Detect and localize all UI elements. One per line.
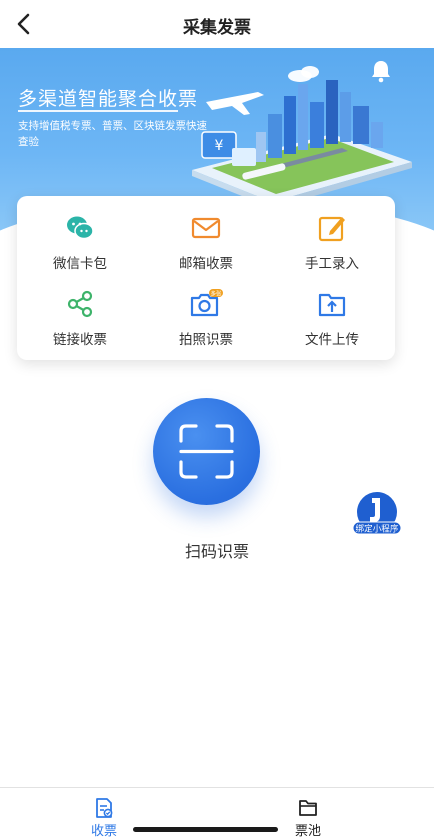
home-indicator — [133, 827, 278, 832]
folder-icon — [299, 800, 317, 816]
method-label: 微信卡包 — [53, 256, 107, 272]
method-file-upload[interactable]: 文件上传 — [269, 277, 395, 349]
bind-mini-program-button[interactable]: 绑定小程序 — [352, 490, 402, 538]
scan-label: 扫码识票 — [184, 542, 249, 561]
method-manual-entry[interactable]: 手工录入 — [269, 201, 395, 273]
method-label: 链接收票 — [53, 332, 107, 348]
tab-label: 收票 — [90, 824, 117, 839]
bell-icon[interactable] — [368, 58, 394, 84]
scan-qr-button[interactable] — [153, 398, 260, 505]
method-link[interactable]: 链接收票 — [17, 277, 143, 349]
scan-icon — [179, 424, 234, 479]
folder-upload-icon — [318, 293, 346, 317]
camera-icon: 多张 — [190, 289, 223, 317]
page-title: 采集发票 — [183, 18, 251, 38]
method-wechat-wallet[interactable]: 微信卡包 — [17, 201, 143, 273]
method-label: 拍照识票 — [179, 332, 233, 348]
receipt-icon — [96, 798, 113, 818]
city-illustration: ¥ — [192, 66, 412, 208]
mail-icon — [191, 217, 221, 239]
share-link-icon — [67, 290, 93, 318]
tab-invoice-pool[interactable]: 票池 — [278, 794, 338, 839]
method-label: 邮箱收票 — [179, 256, 233, 272]
photo-badge: 多张 — [210, 289, 222, 297]
banner-headline: 多渠道智能聚合收票 — [18, 88, 199, 110]
method-photo[interactable]: 多张 拍照识票 — [143, 277, 269, 349]
edit-icon — [318, 216, 345, 242]
nav-bar: 采集发票 — [0, 0, 434, 48]
svg-text:¥: ¥ — [215, 138, 224, 154]
method-label: 文件上传 — [305, 332, 359, 348]
method-email[interactable]: 邮箱收票 — [143, 201, 269, 273]
tab-label: 票池 — [294, 824, 321, 839]
tab-receive[interactable]: 收票 — [74, 794, 134, 839]
banner-underline — [18, 110, 178, 112]
collection-methods-card: 微信卡包 邮箱收票 手工录入 链接收票 多张 拍照识票 文件上传 — [17, 196, 395, 360]
method-label: 手工录入 — [305, 256, 359, 272]
mini-program-label: 绑定小程序 — [356, 523, 399, 535]
wechat-icon — [67, 216, 94, 240]
